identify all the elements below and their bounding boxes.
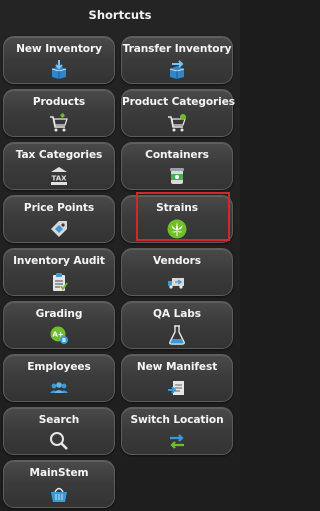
tile-label: Grading (35, 308, 83, 320)
tile-label: MainStem (29, 467, 89, 479)
shortcuts-panel: Shortcuts New Inventory Transfer Invento… (0, 0, 240, 511)
tile-label: Price Points (23, 202, 95, 214)
price-tag-icon (49, 219, 69, 239)
new-inventory-button[interactable]: New Inventory (3, 36, 115, 84)
tile-label: New Inventory (16, 43, 102, 55)
tile-label: Vendors (152, 255, 202, 267)
strains-button[interactable]: Strains (121, 195, 233, 243)
product-categories-button[interactable]: Product Categories (121, 89, 236, 137)
switch-location-button[interactable]: Switch Location (121, 407, 233, 455)
new-inventory-box-icon (49, 60, 69, 80)
clipboard-audit-icon (49, 272, 69, 292)
tile-label: Search (38, 414, 80, 426)
tile-label: Product Categories (122, 96, 236, 108)
switch-location-arrows-icon (167, 431, 187, 451)
tile-label: Strains (156, 202, 198, 214)
panel-title: Shortcuts (88, 8, 152, 22)
products-cart-icon (49, 113, 69, 133)
grading-button[interactable]: Grading A+ B (3, 301, 115, 349)
flask-icon (167, 325, 187, 345)
cannabis-leaf-icon (167, 219, 187, 239)
containers-button[interactable]: Containers (121, 142, 233, 190)
new-manifest-button[interactable]: New Manifest (121, 354, 233, 402)
grade-badge-icon: A+ B (49, 325, 69, 345)
product-categories-cart-icon (167, 113, 187, 133)
mainstem-basket-icon (49, 484, 69, 504)
tile-label: Products (32, 96, 86, 108)
vendor-truck-icon (167, 272, 187, 292)
tile-label: Switch Location (130, 414, 224, 426)
tile-label: Transfer Inventory (122, 43, 232, 55)
svg-text:B: B (62, 338, 66, 344)
transfer-inventory-button[interactable]: Transfer Inventory (121, 36, 233, 84)
price-points-button[interactable]: Price Points (3, 195, 115, 243)
search-button[interactable]: Search (3, 407, 115, 455)
products-button[interactable]: Products (3, 89, 115, 137)
manifest-arrow-icon (167, 378, 187, 398)
inventory-audit-button[interactable]: Inventory Audit (3, 248, 115, 296)
tile-label: Inventory Audit (13, 255, 105, 267)
tax-icon-text: TAX (51, 175, 67, 183)
magnifier-icon (49, 431, 69, 451)
tile-label: Tax Categories (15, 149, 103, 161)
tile-label: QA Labs (153, 308, 201, 320)
tile-label: New Manifest (136, 361, 218, 373)
tile-label: Employees (27, 361, 91, 373)
qa-labs-button[interactable]: QA Labs (121, 301, 233, 349)
mainstem-button[interactable]: MainStem (3, 460, 115, 508)
transfer-inventory-box-icon (167, 60, 187, 80)
vendors-button[interactable]: Vendors (121, 248, 233, 296)
tax-icon: TAX (49, 166, 69, 186)
container-can-icon (167, 166, 187, 186)
employees-group-icon (49, 378, 69, 398)
tile-label: Containers (145, 149, 209, 161)
tax-categories-button[interactable]: Tax Categories TAX (3, 142, 115, 190)
employees-button[interactable]: Employees (3, 354, 115, 402)
